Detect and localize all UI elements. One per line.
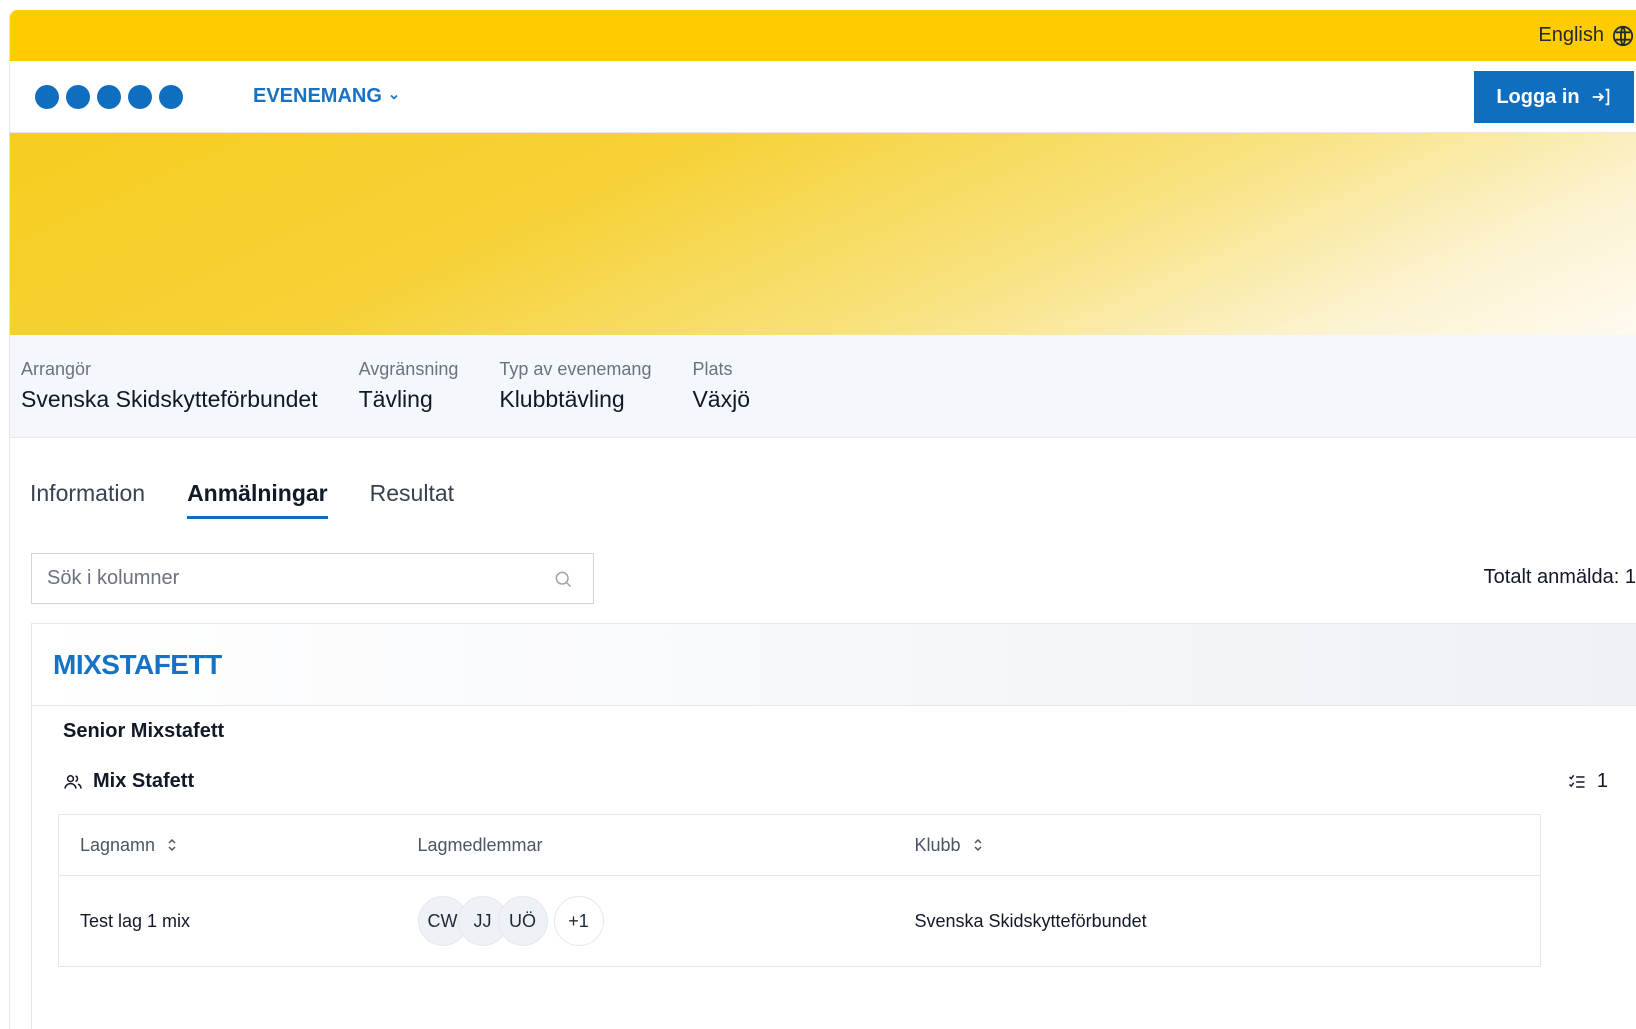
cell-club: Svenska Skidskytteförbundet [914, 910, 1147, 931]
login-label: Logga in [1496, 85, 1580, 108]
info-organizer: Arrangör Svenska Skidskytteförbundet [21, 359, 318, 413]
cell-team-name: Test lag 1 mix [80, 910, 191, 931]
info-event-type: Typ av evenemang Klubbtävling [499, 359, 651, 413]
cell-members: CW JJ UÖ +1 [417, 876, 915, 967]
users-icon [64, 774, 82, 789]
tab-resultat[interactable]: Resultat [370, 480, 454, 519]
info-value: Svenska Skidskytteförbundet [21, 386, 318, 412]
entries-table: Lagnamn Lagmedlemmar Klubb Test lag 1 mi… [58, 814, 1541, 967]
logo-dot [159, 84, 183, 109]
logo-dot [128, 84, 152, 109]
entry-count: 1 [1567, 770, 1608, 793]
info-value: Växjö [692, 386, 751, 412]
avatar[interactable]: UÖ [497, 896, 548, 946]
class-name: Senior Mixstafett [63, 720, 225, 742]
team-type-label: Mix Stafett [93, 770, 195, 792]
chevron-down-icon [390, 94, 398, 100]
logo-dot [97, 84, 121, 109]
event-info-bar: Arrangör Svenska Skidskytteförbundet Avg… [10, 335, 1636, 438]
language-label: English [1538, 24, 1604, 46]
search-icon[interactable] [553, 569, 573, 589]
more-members-badge[interactable]: +1 [553, 896, 604, 946]
login-icon [1592, 88, 1609, 106]
language-switcher[interactable]: English [1538, 24, 1634, 47]
registration-section: MIXSTAFETT Senior Mixstafett Mix Stafett… [31, 623, 1636, 1029]
page: English EVENEMANG Logga in Arrangör Sven… [9, 10, 1636, 1029]
info-label: Avgränsning [358, 359, 459, 379]
section-header: MIXSTAFETT [32, 624, 1636, 706]
logo[interactable] [35, 84, 183, 109]
search-input[interactable] [47, 567, 553, 590]
site-header: EVENEMANG Logga in [10, 61, 1636, 133]
checklist-icon [1568, 774, 1585, 788]
info-value: Tävling [358, 386, 433, 412]
hero-banner [10, 133, 1636, 335]
info-label: Plats [692, 359, 733, 379]
table-row[interactable]: Test lag 1 mix CW JJ UÖ +1 Svenska Skids… [59, 876, 1541, 967]
column-header-label: Klubb [914, 834, 961, 855]
info-location: Plats Växjö [692, 359, 750, 413]
logo-dot [35, 84, 59, 109]
nav-evenemang-label: EVENEMANG [253, 85, 382, 107]
info-scope: Avgränsning Tävling [359, 359, 459, 413]
nav-evenemang[interactable]: EVENEMANG [253, 85, 400, 108]
tab-anmalningar[interactable]: Anmälningar [187, 480, 328, 519]
member-avatars: CW JJ UÖ +1 [417, 896, 915, 946]
tab-information[interactable]: Information [30, 480, 145, 519]
tab-bar: Information Anmälningar Resultat [30, 480, 454, 519]
logo-dot [66, 84, 90, 109]
info-value: Klubbtävling [499, 386, 625, 412]
table-header-row: Lagnamn Lagmedlemmar Klubb [58, 814, 1541, 876]
info-label: Arrangör [21, 359, 92, 379]
entry-count-value: 1 [1596, 770, 1608, 792]
top-bar: English [10, 10, 1636, 61]
login-button[interactable]: Logga in [1474, 71, 1634, 123]
column-header-label: Lagnamn [80, 834, 156, 855]
column-header-members: Lagmedlemmar [417, 814, 915, 876]
search-box [31, 553, 594, 604]
section-title: MIXSTAFETT [53, 648, 222, 680]
sort-icon[interactable] [165, 837, 179, 853]
column-header-label: Lagmedlemmar [417, 834, 543, 855]
total-registered: Totalt anmälda: 1 [1483, 566, 1636, 588]
sort-icon[interactable] [971, 837, 985, 853]
column-header-club[interactable]: Klubb [914, 814, 1541, 876]
column-header-team-name[interactable]: Lagnamn [58, 814, 418, 876]
team-type-heading: Mix Stafett [63, 770, 194, 793]
info-label: Typ av evenemang [499, 359, 652, 379]
globe-icon [1612, 25, 1634, 46]
